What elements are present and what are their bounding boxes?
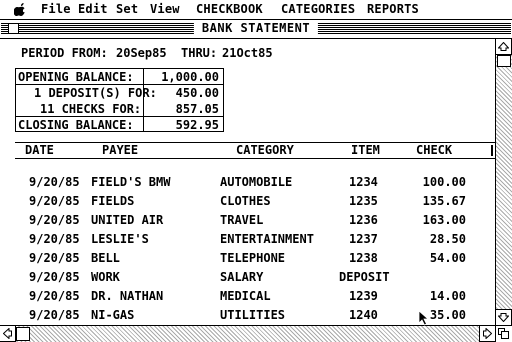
window-title: BANK STATEMENT [193, 21, 319, 35]
cell-check: 35.00 [429, 308, 466, 322]
cell-category: MEDICAL [220, 289, 271, 303]
cell-item: 1240 [349, 308, 378, 322]
cell-payee: WORK [91, 270, 120, 284]
cell-date: 9/20/85 [29, 213, 80, 227]
cell-category: UTILITIES [220, 308, 286, 322]
summary-label: 11 CHECKS FOR: [40, 102, 142, 116]
cell-category: CLOTHES [220, 194, 271, 208]
header-item[interactable]: ITEM [351, 143, 380, 157]
menu-reports[interactable]: REPORTS [367, 2, 419, 16]
arrow-cursor-icon [418, 310, 430, 326]
summary-row-closing: CLOSING BALANCE: 592.95 [16, 117, 223, 133]
table-row[interactable]: 9/20/85 UNITED AIR TRAVEL 1236 163.00 [0, 213, 495, 232]
table-header-bottom-rule [15, 158, 495, 159]
cell-category: TELEPHONE [220, 251, 286, 265]
cell-category: TRAVEL [220, 213, 264, 227]
cell-check: 100.00 [422, 175, 466, 189]
table-row[interactable]: 9/20/85 DR. NATHAN MEDICAL 1239 14.00 [0, 289, 495, 308]
cell-check: 14.00 [429, 289, 466, 303]
table-row[interactable]: 9/20/85 BELL TELEPHONE 1238 54.00 [0, 251, 495, 270]
summary-label: 1 DEPOSIT(S) FOR: [34, 86, 157, 100]
cell-check: 54.00 [429, 251, 466, 265]
cell-category: SALARY [220, 270, 264, 284]
cell-date: 9/20/85 [29, 308, 80, 322]
apple-icon[interactable] [14, 3, 27, 16]
cell-payee: BELL [91, 251, 120, 265]
cell-item: 1239 [349, 289, 378, 303]
header-payee[interactable]: PAYEE [102, 143, 138, 157]
cell-item: 1235 [349, 194, 378, 208]
period-thru-value: 21Oct85 [222, 46, 273, 60]
summary-row-opening: OPENING BALANCE: 1,000.00 [16, 69, 223, 85]
summary-row-deposits: 1 DEPOSIT(S) FOR: 450.00 [16, 85, 223, 101]
cell-payee: NI-GAS [91, 308, 135, 322]
table-row[interactable]: 9/20/85 WORK SALARY DEPOSIT [0, 270, 495, 289]
menu-set[interactable]: Set [116, 2, 138, 16]
period-thru-label: THRU: [181, 46, 218, 60]
table-row[interactable]: 9/20/85 FIELDS CLOTHES 1235 135.67 [0, 194, 495, 213]
header-check[interactable]: CHECK [416, 143, 452, 157]
statement-content: PERIOD FROM: 20Sep85 THRU: 21Oct85 OPENI… [0, 39, 495, 325]
summary-value: 857.05 [175, 102, 219, 116]
cell-item: 1237 [349, 232, 378, 246]
summary-value: 1,000.00 [161, 70, 219, 84]
window-title-bar[interactable]: BANK STATEMENT [0, 20, 512, 39]
summary-box: OPENING BALANCE: 1,000.00 1 DEPOSIT(S) F… [15, 68, 224, 132]
table-row[interactable]: 9/20/85 LESLIE'S ENTERTAINMENT 1237 28.5… [0, 232, 495, 251]
cell-item: 1238 [349, 251, 378, 265]
horizontal-scroll-thumb[interactable] [16, 327, 30, 341]
vertical-scrollbar[interactable] [495, 38, 512, 326]
cell-category: ENTERTAINMENT [220, 232, 314, 246]
cell-item: DEPOSIT [339, 270, 390, 284]
summary-value: 592.95 [175, 118, 219, 132]
menu-view[interactable]: View [150, 2, 180, 16]
size-box-icon[interactable] [495, 325, 512, 342]
cell-date: 9/20/85 [29, 175, 80, 189]
cell-payee: UNITED AIR [91, 213, 164, 227]
menu-file[interactable]: File [41, 2, 71, 16]
cell-date: 9/20/85 [29, 194, 80, 208]
table-header: DATE PAYEE CATEGORY ITEM CHECK [0, 143, 495, 162]
header-column-edge [491, 145, 493, 156]
cell-payee: DR. NATHAN [91, 289, 164, 303]
cell-item: 1236 [349, 213, 378, 227]
cell-check: 163.00 [422, 213, 466, 227]
menu-categories[interactable]: CATEGORIES [281, 2, 355, 16]
cell-category: AUTOMOBILE [220, 175, 293, 189]
menu-bar: File Edit Set View CHECKBOOK CATEGORIES … [0, 0, 512, 20]
scroll-down-arrow-icon[interactable] [495, 309, 512, 326]
cell-item: 1234 [349, 175, 378, 189]
close-box[interactable] [8, 23, 19, 34]
scroll-right-arrow-icon[interactable] [479, 325, 496, 342]
period-from-value: 20Sep85 [116, 46, 167, 60]
cell-payee: LESLIE'S [91, 232, 149, 246]
cell-check: 28.50 [429, 232, 466, 246]
cell-date: 9/20/85 [29, 251, 80, 265]
period-from-label: PERIOD FROM: [21, 46, 108, 60]
menu-checkbook[interactable]: CHECKBOOK [196, 2, 263, 16]
vertical-scroll-thumb[interactable] [497, 55, 511, 67]
cell-check: 135.67 [422, 194, 466, 208]
scroll-left-arrow-icon[interactable] [0, 325, 16, 342]
table-row[interactable]: 9/20/85 FIELD'S BMW AUTOMOBILE 1234 100.… [0, 175, 495, 194]
summary-label: OPENING BALANCE: [18, 70, 134, 84]
scroll-up-arrow-icon[interactable] [495, 38, 512, 55]
menu-edit[interactable]: Edit [78, 2, 108, 16]
cell-payee: FIELD'S BMW [91, 175, 171, 189]
horizontal-scrollbar[interactable] [0, 325, 496, 342]
header-category[interactable]: CATEGORY [236, 143, 294, 157]
cell-payee: FIELDS [91, 194, 135, 208]
summary-row-checks: 11 CHECKS FOR: 857.05 [16, 101, 223, 117]
cell-date: 9/20/85 [29, 270, 80, 284]
header-date[interactable]: DATE [25, 143, 54, 157]
summary-label: CLOSING BALANCE: [18, 118, 134, 132]
cell-date: 9/20/85 [29, 289, 80, 303]
summary-value: 450.00 [175, 86, 219, 100]
cell-date: 9/20/85 [29, 232, 80, 246]
